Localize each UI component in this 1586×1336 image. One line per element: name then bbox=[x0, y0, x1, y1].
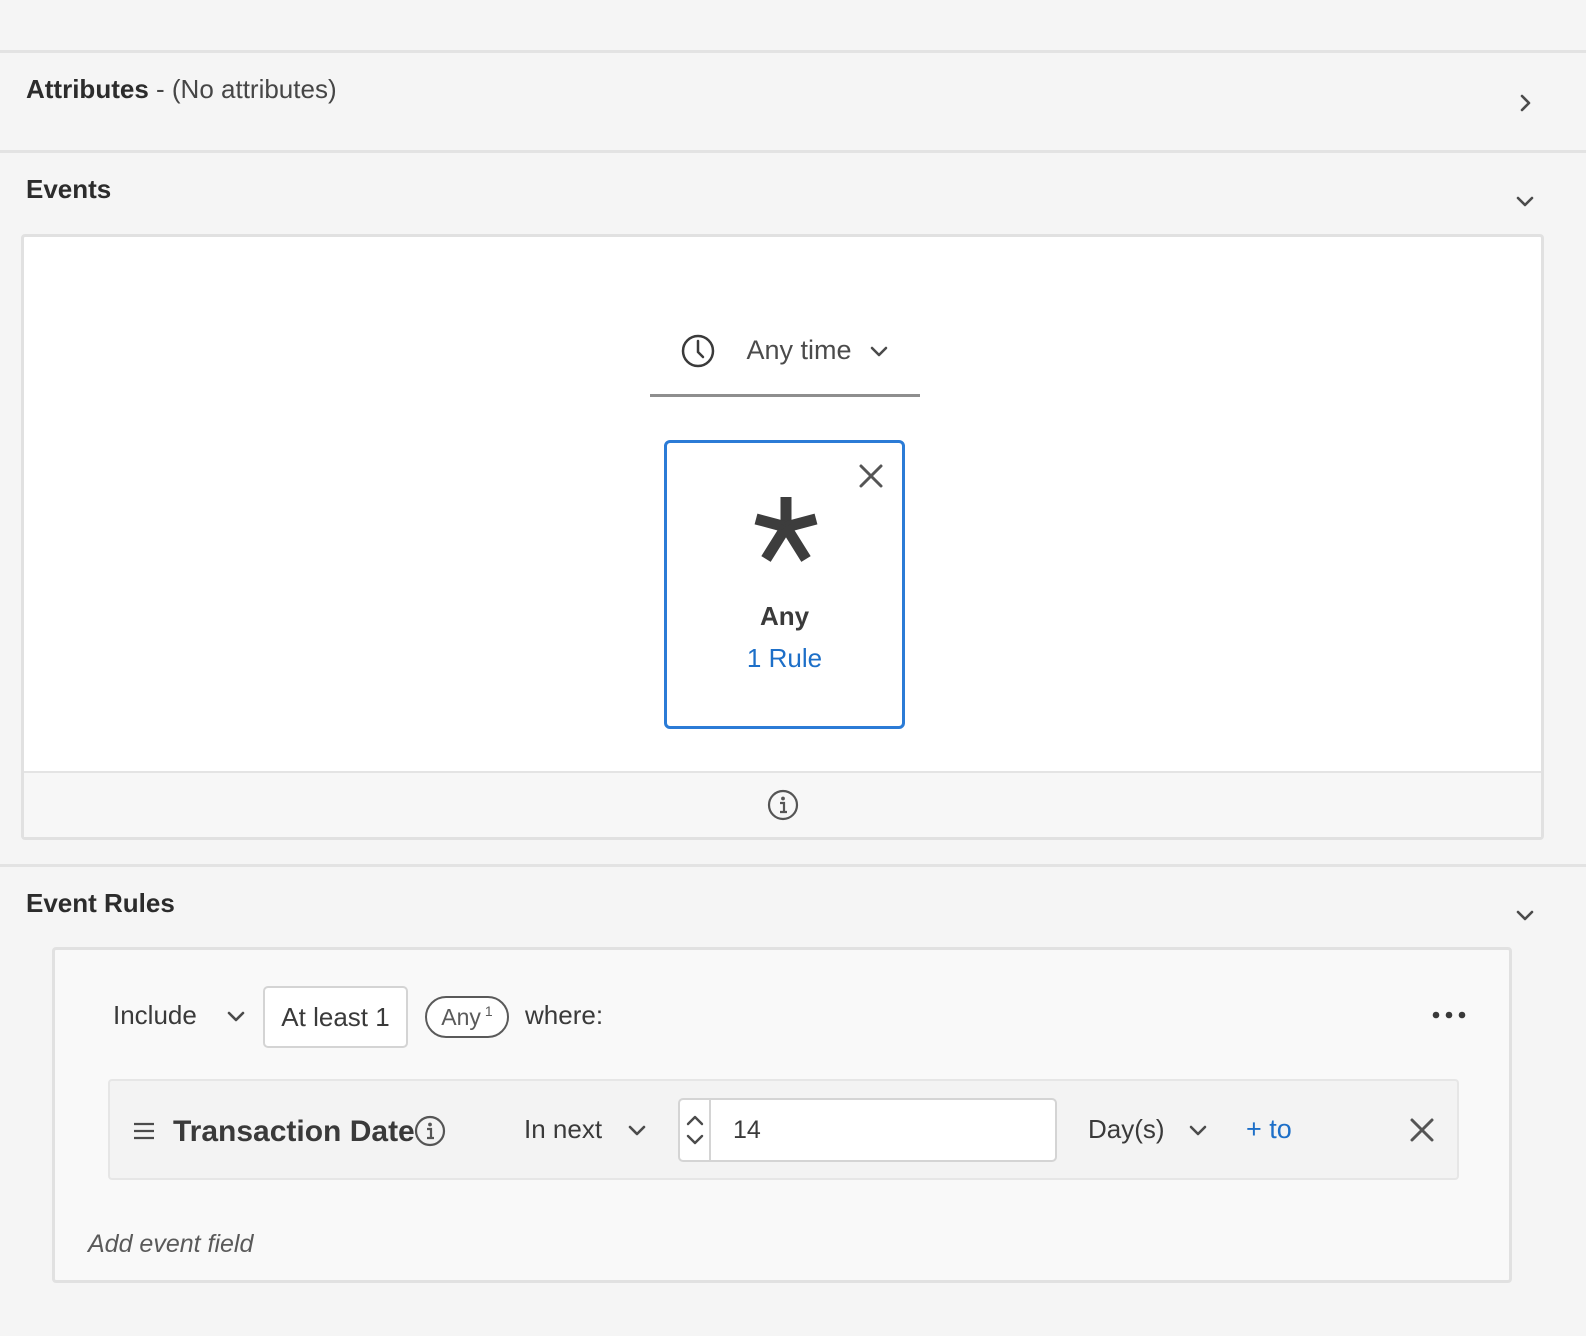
event-pill-label: Any bbox=[441, 1003, 481, 1030]
value-stepper[interactable] bbox=[680, 1100, 711, 1160]
unit-label: Day(s) bbox=[1088, 1114, 1165, 1144]
drag-handle-icon[interactable] bbox=[132, 1121, 156, 1141]
event-card[interactable]: Any 1 Rule bbox=[664, 440, 905, 729]
chevron-up-icon[interactable] bbox=[685, 1113, 705, 1127]
close-icon[interactable] bbox=[1407, 1115, 1437, 1145]
attributes-header[interactable]: Attributes - (No attributes) bbox=[26, 74, 337, 105]
value-number-field bbox=[678, 1098, 1057, 1162]
chevron-down-icon[interactable] bbox=[1510, 900, 1540, 930]
chevron-down-icon bbox=[225, 1005, 247, 1027]
divider bbox=[0, 50, 1586, 53]
operator-dropdown[interactable]: In next bbox=[524, 1114, 648, 1145]
field-name: Transaction Date bbox=[173, 1115, 415, 1148]
info-icon[interactable] bbox=[413, 1114, 447, 1148]
time-filter-dropdown[interactable]: Any time bbox=[650, 307, 920, 397]
events-canvas: Any time Any 1 Rule bbox=[21, 234, 1544, 840]
value-input[interactable] bbox=[711, 1100, 1055, 1160]
event-rules-title[interactable]: Event Rules bbox=[26, 888, 175, 919]
chevron-down-icon[interactable] bbox=[1510, 186, 1540, 216]
events-title[interactable]: Events bbox=[26, 174, 111, 205]
where-label: where: bbox=[525, 1000, 604, 1030]
attributes-subtitle: - (No attributes) bbox=[148, 74, 337, 104]
asterisk-icon bbox=[750, 493, 822, 565]
close-icon[interactable] bbox=[856, 461, 886, 491]
operator-label: In next bbox=[524, 1114, 603, 1144]
more-horizontal-icon[interactable] bbox=[1429, 1000, 1469, 1030]
info-icon[interactable] bbox=[766, 788, 800, 822]
add-event-field[interactable]: Add event field bbox=[88, 1230, 253, 1259]
include-dropdown[interactable]: Include bbox=[113, 1000, 247, 1031]
event-pill[interactable]: Any 1 bbox=[425, 996, 509, 1038]
chevron-down-icon bbox=[626, 1119, 648, 1141]
event-rule-panel: Include At least 1 Any 1 where: Transacti… bbox=[52, 947, 1512, 1283]
count-field[interactable]: At least 1 bbox=[263, 986, 408, 1048]
add-range-link[interactable]: + to bbox=[1246, 1114, 1292, 1145]
chevron-down-icon bbox=[868, 340, 890, 362]
chevron-right-icon[interactable] bbox=[1510, 88, 1540, 118]
event-field-row: Transaction Date In next Day(s) bbox=[108, 1079, 1459, 1180]
events-footer bbox=[24, 771, 1541, 837]
chevron-down-icon bbox=[1187, 1119, 1209, 1141]
unit-dropdown[interactable]: Day(s) bbox=[1088, 1114, 1209, 1145]
chevron-down-icon[interactable] bbox=[685, 1133, 705, 1147]
event-card-name: Any bbox=[759, 601, 810, 631]
divider bbox=[0, 150, 1586, 153]
rule-header-row: Include At least 1 Any 1 where: bbox=[55, 986, 1509, 1050]
divider bbox=[0, 864, 1586, 867]
include-label: Include bbox=[113, 1000, 197, 1030]
attributes-title: Attributes bbox=[26, 74, 149, 104]
clock-icon bbox=[680, 333, 716, 369]
time-filter-label: Any time bbox=[746, 335, 852, 365]
event-card-rules-link[interactable]: 1 Rule bbox=[667, 643, 902, 674]
event-pill-count: 1 bbox=[484, 1003, 493, 1019]
